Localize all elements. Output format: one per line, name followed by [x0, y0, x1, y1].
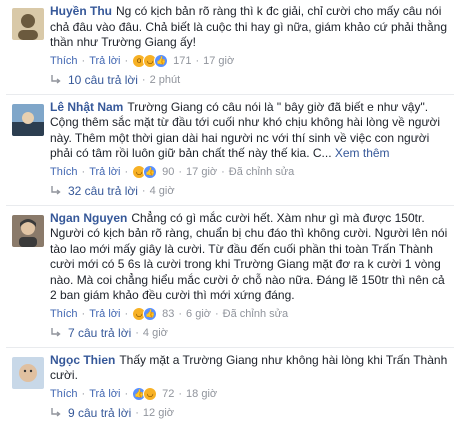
replies-count[interactable]: 7 câu trả lời — [68, 326, 131, 340]
reaction-icons[interactable]: ◡ 👍 — [132, 306, 158, 321]
comment-thread: Huyền Thu Ng có kịch bản rõ ràng thì k đc… — [0, 0, 460, 432]
comment-time[interactable]: 18 giờ — [186, 386, 217, 402]
comment: Lê Nhật Nam Trường Giang có câu nói là " … — [6, 100, 454, 180]
reply-link[interactable]: Trả lời — [89, 53, 120, 69]
avatar[interactable] — [12, 214, 44, 247]
replies-count[interactable]: 9 câu trả lời — [68, 406, 131, 420]
reaction-count[interactable]: 90 — [162, 164, 174, 180]
reply-link[interactable]: Trả lời — [89, 164, 120, 180]
comment-time[interactable]: 17 giờ — [186, 164, 217, 180]
see-more-link[interactable]: Xem thêm — [335, 146, 390, 160]
avatar[interactable] — [12, 356, 44, 389]
reaction-icons[interactable]: o ◡ 👍 — [132, 53, 169, 68]
reply-arrow-icon — [51, 407, 61, 417]
comment: Ngan Nguyen Chẳng có gì mắc cười hết. Xàm… — [6, 211, 454, 322]
comment-body: Huyền Thu Ng có kịch bản rõ ràng thì k đc… — [50, 4, 454, 51]
replies-time: 12 giờ — [142, 406, 174, 419]
like-link[interactable]: Thích — [50, 164, 78, 180]
reply-link[interactable]: Trả lời — [89, 386, 120, 402]
commenter-name[interactable]: Ngọc Thien — [50, 353, 115, 367]
reaction-count[interactable]: 83 — [162, 306, 174, 322]
reply-link[interactable]: Trả lời — [89, 306, 120, 322]
like-link[interactable]: Thích — [50, 386, 78, 402]
divider — [6, 93, 454, 95]
replies-count[interactable]: 10 câu trả lời — [68, 73, 138, 87]
comment-actions: Thích · Trả lời · ◡ 👍 90 · 17 giờ · Đã c… — [50, 164, 295, 180]
replies-count[interactable]: 32 câu trả lời — [68, 184, 138, 198]
replies-time: 4 giờ — [142, 326, 168, 339]
replies-time: 2 phút — [149, 73, 181, 86]
view-replies[interactable]: 7 câu trả lời · 4 giờ — [6, 322, 454, 344]
divider — [6, 346, 454, 348]
like-reaction-icon: 👍 — [154, 53, 169, 68]
commenter-name[interactable]: Huyền Thu — [50, 4, 112, 18]
like-link[interactable]: Thích — [50, 306, 78, 322]
commenter-name[interactable]: Lê Nhật Nam — [50, 100, 123, 114]
reply-arrow-icon — [51, 185, 61, 195]
reply-arrow-icon — [51, 327, 61, 337]
comment-body: Lê Nhật Nam Trường Giang có câu nói là " … — [50, 100, 454, 162]
comment: Ngọc Thien Thấy mặt a Trường Giang như kh… — [6, 353, 454, 402]
commenter-name[interactable]: Ngan Nguyen — [50, 211, 127, 225]
avatar[interactable] — [12, 8, 44, 40]
edited-label[interactable]: Đã chỉnh sửa — [223, 306, 288, 322]
comment-actions: Thích · Trả lời · ◡ 👍 83 · 6 giờ · Đã ch… — [50, 306, 289, 322]
reaction-icons[interactable]: 👍 ◡ — [132, 386, 158, 401]
haha-reaction-icon: ◡ — [143, 386, 158, 401]
comment-time[interactable]: 17 giờ — [203, 53, 234, 69]
avatar[interactable] — [12, 103, 44, 136]
reaction-icons[interactable]: ◡ 👍 — [132, 164, 158, 179]
reaction-count[interactable]: 171 — [173, 53, 191, 69]
like-reaction-icon: 👍 — [143, 306, 158, 321]
like-reaction-icon: 👍 — [143, 164, 158, 179]
replies-time: 4 giờ — [149, 184, 175, 197]
reply-arrow-icon — [51, 74, 61, 84]
comment-body: Ngọc Thien Thấy mặt a Trường Giang như kh… — [50, 353, 454, 384]
reaction-count[interactable]: 72 — [162, 386, 174, 402]
comment-actions: Thích · Trả lời · 👍 ◡ 72 · 18 giờ — [50, 386, 218, 402]
edited-label[interactable]: Đã chỉnh sửa — [229, 164, 294, 180]
view-replies[interactable]: 32 câu trả lời · 4 giờ — [6, 180, 454, 202]
comment-actions: Thích · Trả lời · o ◡ 👍 171 · 17 giờ — [50, 53, 235, 69]
like-link[interactable]: Thích — [50, 53, 78, 69]
comment-time[interactable]: 6 giờ — [186, 306, 211, 322]
view-replies[interactable]: 10 câu trả lời · 2 phút — [6, 69, 454, 91]
view-replies[interactable]: 9 câu trả lời · 12 giờ — [6, 402, 454, 424]
comment-body: Ngan Nguyen Chẳng có gì mắc cười hết. Xàm… — [50, 211, 454, 304]
comment: Huyền Thu Ng có kịch bản rõ ràng thì k đc… — [6, 4, 454, 69]
divider — [6, 204, 454, 206]
